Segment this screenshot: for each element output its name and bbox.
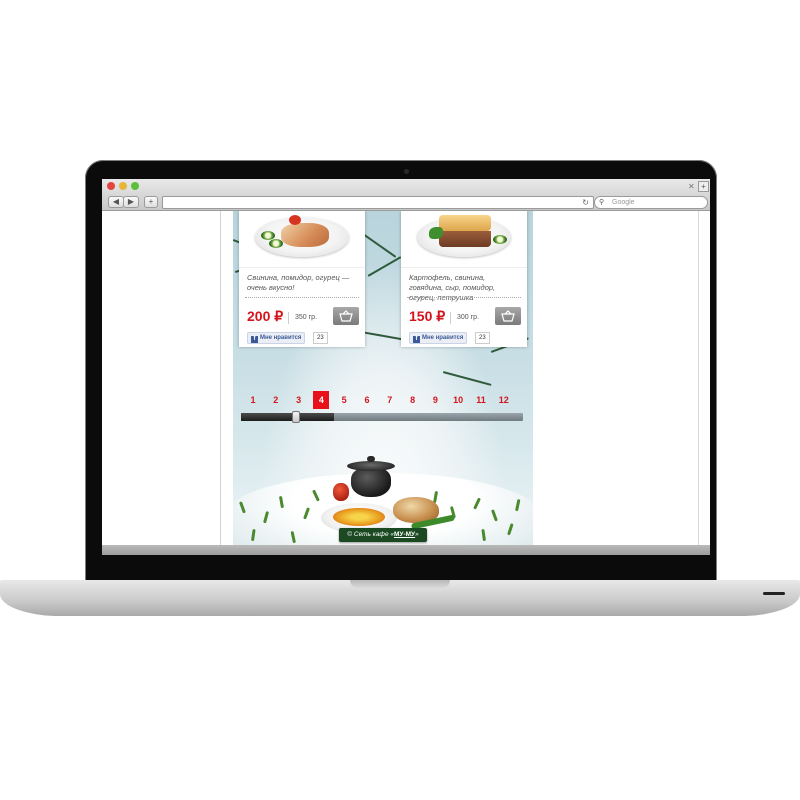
zoom-window-button[interactable] — [131, 182, 139, 190]
basket-icon — [501, 310, 515, 322]
like-count: 23 — [475, 332, 490, 344]
search-icon: ⚲ — [599, 199, 605, 206]
like-label: Мне нравится — [260, 335, 302, 341]
page-link-5[interactable]: 5 — [336, 391, 352, 409]
slider-handle[interactable] — [292, 411, 300, 423]
cooking-pot-illustration — [351, 467, 391, 497]
page-link-2[interactable]: 2 — [268, 391, 284, 409]
footer-suffix: » — [415, 531, 419, 538]
laptop-open-notch — [350, 580, 450, 588]
search-input[interactable]: ⚲ Google — [594, 196, 708, 209]
cucumber-image — [493, 235, 507, 244]
product-card: Свинина, помидор, огурец — очень вкусно!… — [239, 211, 365, 347]
reload-icon[interactable]: ↻ — [582, 197, 589, 208]
footer-copyright: © Сеть кафе «МУ-МУ» — [339, 528, 427, 542]
like-count: 23 — [313, 332, 328, 344]
page-link-12[interactable]: 12 — [496, 391, 512, 409]
new-tab-button[interactable]: + — [698, 181, 709, 192]
fir-branch-decoration — [362, 233, 397, 258]
cucumber-image — [269, 239, 283, 248]
pasta-illustration — [333, 508, 385, 526]
fir-branch-decoration — [360, 331, 403, 341]
webcam-icon — [404, 169, 409, 174]
product-price: 150 ₽ — [409, 308, 446, 324]
close-tab-icon[interactable]: ✕ — [688, 182, 695, 191]
product-weight: 300 гр. — [450, 312, 479, 324]
like-label: Мне нравится — [422, 335, 464, 341]
slider-fill — [241, 413, 334, 421]
back-button[interactable]: ◀ — [108, 196, 124, 208]
page-link-1[interactable]: 1 — [245, 391, 261, 409]
facebook-like-button[interactable]: f Мне нравится — [409, 332, 468, 344]
page-link-9[interactable]: 9 — [427, 391, 443, 409]
product-price: 200 ₽ — [247, 308, 284, 324]
address-bar[interactable]: ↻ — [162, 196, 594, 209]
web-page: Свинина, помидор, огурец — очень вкусно!… — [102, 211, 710, 555]
product-description: Картофель, свинина, говядина, сыр, помид… — [409, 273, 496, 302]
product-weight: 350 гр. — [288, 312, 317, 324]
page-divider — [220, 211, 221, 555]
minimize-window-button[interactable] — [119, 182, 127, 190]
add-bookmark-button[interactable]: + — [144, 196, 158, 208]
facebook-like-button[interactable]: f Мне нравится — [247, 332, 306, 344]
menu-content-area: Свинина, помидор, огурец — очень вкусно!… — [233, 211, 533, 545]
pie-crust-image — [439, 215, 491, 231]
horizontal-scrollbar[interactable] — [102, 545, 710, 555]
fir-branch-decoration — [367, 256, 402, 277]
pot-lid-illustration — [347, 461, 395, 471]
pagination-slider[interactable] — [241, 411, 523, 423]
page-link-4[interactable]: 4 — [313, 391, 330, 409]
power-indicator — [763, 592, 785, 595]
divider — [407, 297, 521, 298]
basket-icon — [339, 310, 353, 322]
search-placeholder: Google — [612, 199, 635, 206]
add-to-cart-button[interactable] — [333, 307, 359, 325]
pork-food-image — [281, 223, 329, 247]
parsley-image — [429, 227, 443, 239]
page-scroll-edge — [698, 211, 699, 555]
add-to-cart-button[interactable] — [495, 307, 521, 325]
product-photo-pie-plate[interactable] — [401, 211, 527, 268]
pagination: 1 2 3 4 5 6 7 8 9 10 11 12 — [233, 391, 533, 409]
product-description: Свинина, помидор, огурец — очень вкусно! — [247, 273, 350, 292]
forward-button[interactable]: ▶ — [123, 196, 139, 208]
footer-prefix: © Сеть кафе « — [347, 531, 394, 538]
product-card: Картофель, свинина, говядина, сыр, помид… — [401, 211, 527, 347]
tomato-image — [289, 215, 301, 225]
browser-toolbar: ✕ + ◀ ▶ + ↻ ⚲ Google — [102, 179, 710, 211]
page-link-6[interactable]: 6 — [359, 391, 375, 409]
divider — [245, 297, 359, 298]
page-link-10[interactable]: 10 — [450, 391, 466, 409]
pot-knob-illustration — [367, 456, 375, 462]
page-link-11[interactable]: 11 — [473, 391, 489, 409]
page-link-7[interactable]: 7 — [382, 391, 398, 409]
footer-brand-link[interactable]: МУ-МУ — [394, 531, 415, 538]
facebook-icon: f — [413, 336, 420, 343]
page-link-8[interactable]: 8 — [405, 391, 421, 409]
laptop-screen: ✕ + ◀ ▶ + ↻ ⚲ Google Свинина, помидор, о… — [102, 179, 710, 555]
product-photo-pork-plate[interactable] — [239, 211, 365, 268]
fir-branch-decoration — [442, 371, 492, 386]
pie-filling-image — [439, 231, 491, 247]
close-window-button[interactable] — [107, 182, 115, 190]
facebook-icon: f — [251, 336, 258, 343]
pepper-illustration — [333, 483, 349, 501]
page-link-3[interactable]: 3 — [291, 391, 307, 409]
